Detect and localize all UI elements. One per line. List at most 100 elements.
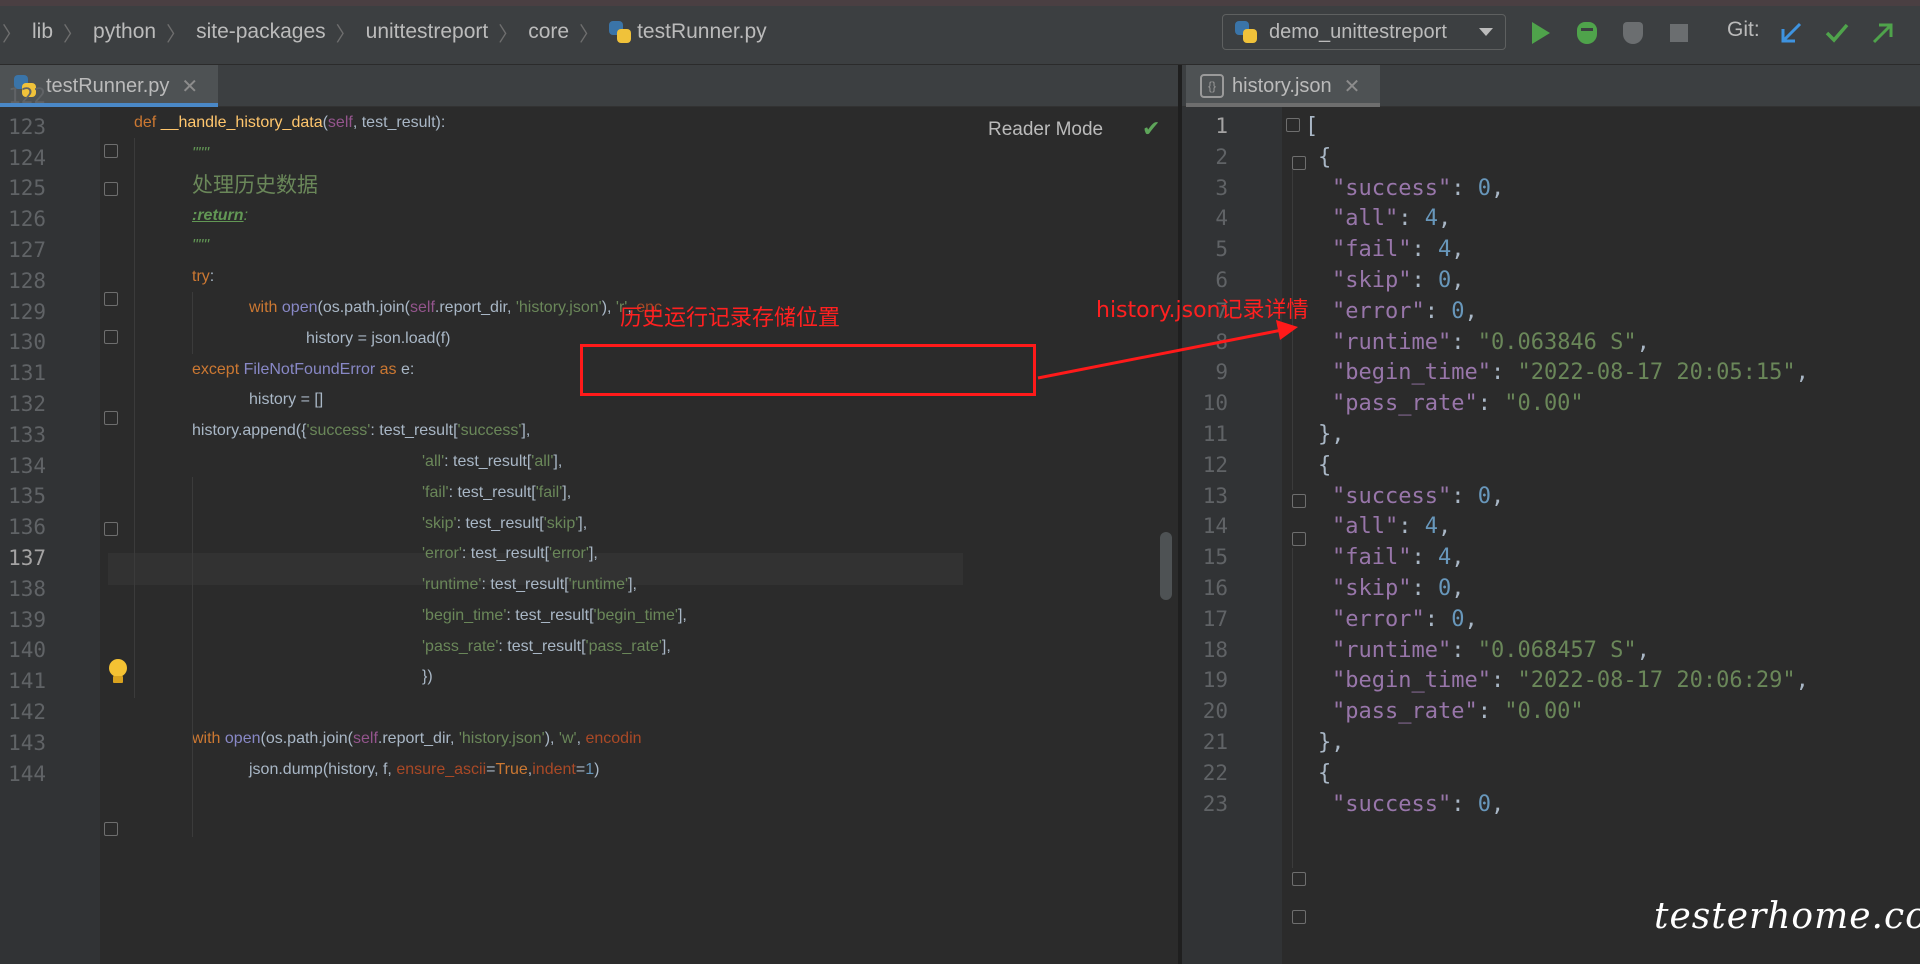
arrow-up-right-icon <box>1872 23 1893 44</box>
line-number: 133 <box>8 422 46 447</box>
breadcrumb-lib[interactable]: lib <box>24 20 61 44</box>
code-line: with open(os.path.join(self.report_dir, … <box>249 299 663 316</box>
code-line: 'begin_time': test_result['begin_time'], <box>422 607 687 624</box>
line-number: 5 <box>1215 237 1228 262</box>
json-line: }, <box>1318 730 1345 755</box>
line-number: 128 <box>8 268 46 293</box>
line-number: 143 <box>8 730 46 755</box>
breadcrumb-unittestreport[interactable]: unittestreport <box>358 20 497 44</box>
line-number: 144 <box>8 761 46 786</box>
line-number: 14 <box>1202 514 1228 539</box>
fold-marker[interactable] <box>104 330 118 344</box>
json-line: "fail": 4, <box>1332 237 1465 263</box>
annotation-highlight-box <box>580 344 1036 396</box>
line-number: 10 <box>1202 391 1228 416</box>
json-file-icon: {} <box>1200 74 1224 98</box>
code-line: 'pass_rate': test_result['pass_rate'], <box>422 638 671 655</box>
reader-mode-button[interactable]: Reader Mode <box>988 119 1103 141</box>
code-editor-testrunner[interactable] <box>0 107 1178 964</box>
tab-history-json[interactable]: {} history.json ✕ <box>1186 65 1380 107</box>
breadcrumb-core[interactable]: core <box>520 20 577 44</box>
line-number: 126 <box>8 207 46 232</box>
line-number: 142 <box>8 700 46 724</box>
json-line: "runtime": "0.063846 S", <box>1332 329 1650 355</box>
close-icon[interactable]: ✕ <box>1344 74 1361 99</box>
line-number: 130 <box>8 330 46 355</box>
inspection-ok-icon[interactable]: ✔ <box>1142 117 1160 142</box>
json-line: { <box>1318 760 1332 786</box>
fold-marker[interactable] <box>104 411 118 425</box>
stop-button[interactable] <box>1664 18 1694 48</box>
fold-marker[interactable] <box>104 292 118 306</box>
line-number: 4 <box>1215 206 1228 231</box>
line-number: 22 <box>1202 760 1228 785</box>
code-line: 'skip': test_result['skip'], <box>422 515 588 532</box>
git-commit-button[interactable] <box>1822 18 1852 48</box>
json-line: "all": 4, <box>1332 514 1452 540</box>
git-push-button[interactable] <box>1868 18 1898 48</box>
python-icon <box>1235 21 1257 43</box>
line-number: 135 <box>8 484 46 509</box>
code-line: 处理历史数据 <box>192 173 318 197</box>
window-top-edge <box>0 0 1920 6</box>
json-line: "success": 0, <box>1332 791 1505 817</box>
line-number: 1 <box>1215 114 1228 138</box>
breadcrumb-testrunner-file[interactable]: testRunner.py <box>601 20 775 44</box>
fold-marker[interactable] <box>1292 156 1306 170</box>
tab-label: testRunner.py <box>46 74 170 97</box>
fold-marker[interactable] <box>1292 532 1306 546</box>
fold-marker[interactable] <box>104 522 118 536</box>
line-number: 19 <box>1202 668 1228 693</box>
code-line: 'all': test_result['all'], <box>422 453 563 470</box>
fold-marker[interactable] <box>104 144 118 158</box>
json-line: { <box>1318 452 1332 478</box>
breadcrumb-separator: 〉 <box>579 23 600 46</box>
code-line: history = [] <box>249 391 324 408</box>
bug-icon <box>1577 22 1597 44</box>
line-number: 125 <box>8 176 46 201</box>
fold-marker[interactable] <box>104 822 118 836</box>
indent-guide <box>1292 548 1293 868</box>
run-button[interactable] <box>1526 18 1556 48</box>
code-line: history.append({'success': test_result['… <box>192 422 531 439</box>
vertical-scrollbar[interactable] <box>1160 532 1172 600</box>
fold-marker[interactable] <box>1292 494 1306 508</box>
line-number: 122 <box>8 84 46 108</box>
code-line: 'fail': test_result['fail'], <box>422 484 572 501</box>
code-line: with open(os.path.join(self.report_dir, … <box>192 730 642 747</box>
line-number: 123 <box>8 114 46 139</box>
line-number: 138 <box>8 576 46 601</box>
code-line: }) <box>422 668 433 685</box>
python-file-icon <box>609 21 632 43</box>
annotation-history-details: history.json记录详情 <box>1096 298 1309 323</box>
indent-guide <box>134 138 135 698</box>
json-line: "pass_rate": "0.00" <box>1332 391 1584 417</box>
breadcrumb-separator: 〉 <box>335 23 356 46</box>
line-number: 139 <box>8 607 46 632</box>
code-line: try: <box>192 268 215 285</box>
breadcrumb: 〉 lib 〉 python 〉 site-packages 〉 unittes… <box>0 14 775 50</box>
breadcrumb-python[interactable]: python <box>85 20 164 44</box>
coverage-button[interactable] <box>1618 18 1648 48</box>
lightbulb-icon[interactable] <box>108 659 128 685</box>
line-number: 18 <box>1202 637 1228 662</box>
fold-marker[interactable] <box>1286 118 1300 132</box>
fold-marker[interactable] <box>104 182 118 196</box>
breadcrumb-site-packages[interactable]: site-packages <box>188 20 334 44</box>
line-number: 17 <box>1202 606 1228 631</box>
fold-marker[interactable] <box>1292 872 1306 886</box>
json-line: "skip": 0, <box>1332 576 1465 601</box>
close-icon[interactable]: ✕ <box>181 74 198 99</box>
code-line: json.dump(history, f, ensure_ascii=True,… <box>249 761 600 778</box>
tab-label: history.json <box>1232 74 1332 97</box>
run-configuration-select[interactable]: demo_unittestreport <box>1222 14 1506 50</box>
debug-button[interactable] <box>1572 18 1602 48</box>
code-line: """ <box>192 145 210 162</box>
line-number: 129 <box>8 299 46 324</box>
fold-marker[interactable] <box>1292 910 1306 924</box>
line-number: 136 <box>8 515 46 540</box>
git-update-button[interactable] <box>1776 18 1806 48</box>
breadcrumb-separator: 〉 <box>63 23 84 46</box>
code-line: 'runtime': test_result['runtime'], <box>422 576 637 593</box>
line-number: 11 <box>1202 422 1228 446</box>
